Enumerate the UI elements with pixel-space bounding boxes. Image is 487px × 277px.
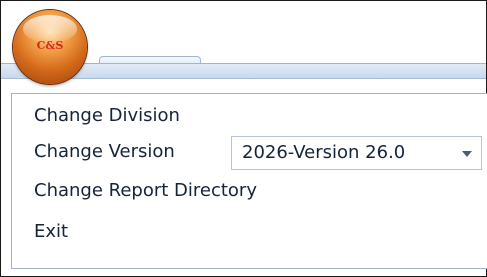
version-select[interactable]: 2026-Version 26.0	[231, 136, 482, 170]
app-menu-orb-button[interactable]: C&S	[13, 10, 87, 84]
menu-item-exit[interactable]: Exit	[34, 221, 68, 242]
orb-logo-text: C&S	[36, 39, 64, 52]
chevron-down-icon[interactable]	[462, 151, 472, 157]
application-window: C&S Change Division Change Version Chang…	[0, 0, 487, 277]
version-select-value: 2026-Version 26.0	[242, 142, 406, 163]
menu-item-change-report-directory[interactable]: Change Report Directory	[34, 180, 257, 201]
menu-item-change-division[interactable]: Change Division	[34, 105, 180, 126]
menu-item-change-version[interactable]: Change Version	[34, 141, 175, 162]
